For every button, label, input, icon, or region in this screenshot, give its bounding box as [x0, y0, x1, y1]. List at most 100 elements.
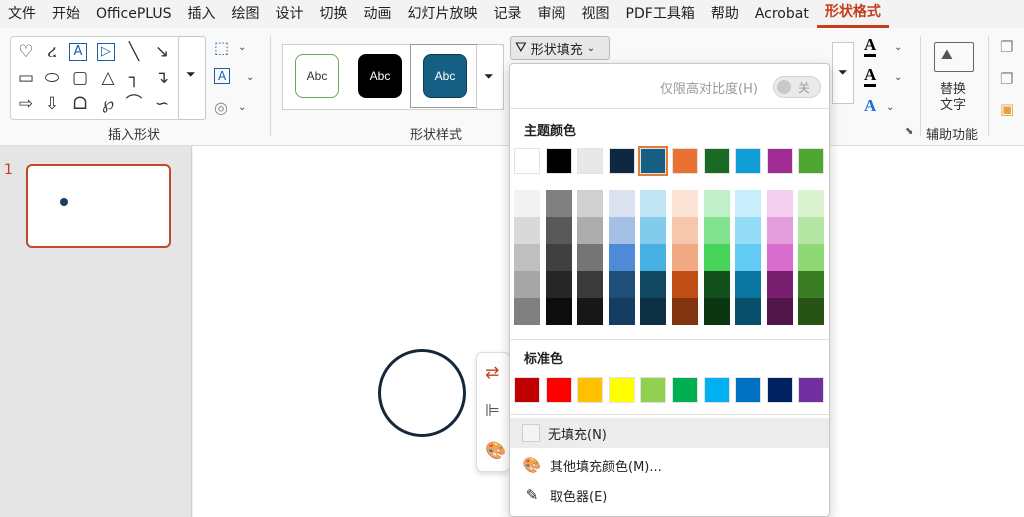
- shade-swatch[interactable]: [735, 190, 762, 217]
- menu-tab[interactable]: 帮助: [703, 0, 747, 28]
- shade-swatch[interactable]: [640, 217, 667, 244]
- chevron-down-icon[interactable]: ⌄: [894, 42, 902, 53]
- shade-swatch[interactable]: [672, 271, 698, 298]
- shade-swatch[interactable]: [514, 271, 540, 298]
- menu-tab[interactable]: 幻灯片放映: [400, 0, 486, 28]
- shade-swatch[interactable]: [766, 217, 793, 244]
- merge-shapes-icon[interactable]: ◎: [214, 98, 228, 117]
- alt-text-icon[interactable]: ⛰: [934, 42, 974, 72]
- high-contrast-toggle[interactable]: 关: [773, 76, 821, 98]
- standard-color-swatch[interactable]: [672, 377, 698, 403]
- alt-text-label-2[interactable]: 文字: [940, 94, 966, 113]
- theme-color-swatch[interactable]: [798, 148, 825, 174]
- selected-circle-shape[interactable]: [378, 349, 466, 437]
- shade-swatch[interactable]: [798, 244, 825, 271]
- menu-tab[interactable]: 审阅: [530, 0, 574, 28]
- shade-swatch[interactable]: [608, 244, 635, 271]
- shade-swatch[interactable]: [703, 190, 730, 217]
- shade-swatch[interactable]: [545, 190, 572, 217]
- shade-swatch[interactable]: [577, 244, 604, 271]
- standard-color-swatch[interactable]: [766, 377, 793, 403]
- no-fill-item[interactable]: 无填充(N): [510, 418, 829, 448]
- shade-swatch[interactable]: [640, 298, 667, 325]
- chevron-down-icon[interactable]: ⌄: [238, 42, 246, 53]
- shade-swatch[interactable]: [672, 190, 698, 217]
- shade-swatch[interactable]: [798, 217, 825, 244]
- theme-color-swatch[interactable]: [766, 148, 793, 174]
- selection-pane-icon[interactable]: ▣: [1000, 100, 1014, 118]
- standard-color-swatch[interactable]: [545, 377, 572, 403]
- theme-color-swatch[interactable]: [735, 148, 762, 174]
- shade-swatch[interactable]: [577, 190, 604, 217]
- standard-color-swatch[interactable]: [703, 377, 730, 403]
- arrow-line-shape-icon[interactable]: ↘: [151, 41, 173, 63]
- menu-tab[interactable]: 视图: [574, 0, 618, 28]
- shade-swatch[interactable]: [608, 271, 635, 298]
- standard-color-swatch[interactable]: [577, 377, 604, 403]
- shade-swatch[interactable]: [672, 244, 698, 271]
- chevron-down-icon[interactable]: ⌄: [246, 72, 254, 83]
- theme-color-swatch[interactable]: [577, 148, 604, 174]
- shade-swatch[interactable]: [514, 244, 540, 271]
- shade-swatch[interactable]: [577, 217, 604, 244]
- theme-color-swatch[interactable]: [545, 148, 572, 174]
- shade-swatch[interactable]: [735, 271, 762, 298]
- freeform-shape-icon[interactable]: ᗝ: [69, 93, 91, 115]
- oval-shape-icon[interactable]: ⬭: [41, 67, 63, 89]
- triangle-shape-icon[interactable]: △: [97, 67, 119, 89]
- arc-shape-icon[interactable]: ⌒: [123, 93, 145, 115]
- dialog-launcher-icon[interactable]: ⬊: [905, 126, 913, 137]
- shade-swatch[interactable]: [514, 298, 540, 325]
- shade-swatch[interactable]: [640, 190, 667, 217]
- theme-color-swatch[interactable]: [672, 148, 698, 174]
- shade-swatch[interactable]: [735, 244, 762, 271]
- style-option-1[interactable]: Abc: [282, 44, 352, 108]
- standard-color-swatch[interactable]: [608, 377, 635, 403]
- theme-color-swatch[interactable]: [608, 148, 635, 174]
- send-backward-icon[interactable]: ❐: [1000, 70, 1013, 88]
- textbox-icon[interactable]: A: [69, 43, 87, 61]
- menu-tab[interactable]: 文件: [0, 0, 44, 28]
- more-fill-colors-item[interactable]: 🎨 其他填充颜色(M)...: [510, 450, 829, 480]
- down-arrow-shape-icon[interactable]: ⇩: [41, 93, 63, 115]
- text-fill-icon[interactable]: A: [864, 36, 877, 57]
- menu-tab[interactable]: OfficePLUS: [88, 0, 180, 28]
- s-curve-shape-icon[interactable]: ∽: [151, 93, 173, 115]
- shade-swatch[interactable]: [514, 190, 540, 217]
- elbow-arrow-connector-icon[interactable]: ↴: [151, 67, 173, 89]
- chevron-down-icon[interactable]: ⌄: [894, 72, 902, 83]
- eyedropper-item[interactable]: ✎ 取色器(E): [510, 480, 829, 510]
- line-shape-icon[interactable]: ╲: [123, 41, 145, 63]
- shade-swatch[interactable]: [608, 190, 635, 217]
- style-option-2[interactable]: Abc: [345, 44, 415, 108]
- slide-thumbnail[interactable]: [26, 164, 171, 248]
- change-shape-icon[interactable]: ⇄: [485, 363, 499, 383]
- theme-color-swatch[interactable]: [514, 148, 540, 174]
- shade-swatch[interactable]: [640, 271, 667, 298]
- shade-swatch[interactable]: [703, 271, 730, 298]
- menu-tab[interactable]: 设计: [268, 0, 312, 28]
- style-option-3[interactable]: Abc: [410, 44, 480, 108]
- shade-swatch[interactable]: [545, 217, 572, 244]
- theme-color-swatch[interactable]: [703, 148, 730, 174]
- shade-swatch[interactable]: [608, 298, 635, 325]
- shade-swatch[interactable]: [514, 217, 540, 244]
- shade-swatch[interactable]: [766, 244, 793, 271]
- styles-more-button[interactable]: ⏷: [476, 44, 504, 110]
- shade-swatch[interactable]: [798, 298, 825, 325]
- wordart-more-button[interactable]: ⏷: [832, 42, 854, 104]
- menu-tab[interactable]: 形状格式: [816, 0, 889, 28]
- rectangle-shape-icon[interactable]: ▭: [15, 67, 37, 89]
- align-icon[interactable]: ⊫: [485, 401, 500, 421]
- shade-swatch[interactable]: [703, 244, 730, 271]
- palette-icon[interactable]: 🎨: [485, 441, 506, 461]
- shade-swatch[interactable]: [703, 217, 730, 244]
- menu-tab[interactable]: 动画: [356, 0, 400, 28]
- shade-swatch[interactable]: [672, 298, 698, 325]
- menu-tab[interactable]: 开始: [44, 0, 88, 28]
- shade-swatch[interactable]: [545, 271, 572, 298]
- shade-swatch[interactable]: [798, 190, 825, 217]
- menu-tab[interactable]: 插入: [180, 0, 224, 28]
- standard-color-swatch[interactable]: [514, 377, 540, 403]
- shade-swatch[interactable]: [735, 217, 762, 244]
